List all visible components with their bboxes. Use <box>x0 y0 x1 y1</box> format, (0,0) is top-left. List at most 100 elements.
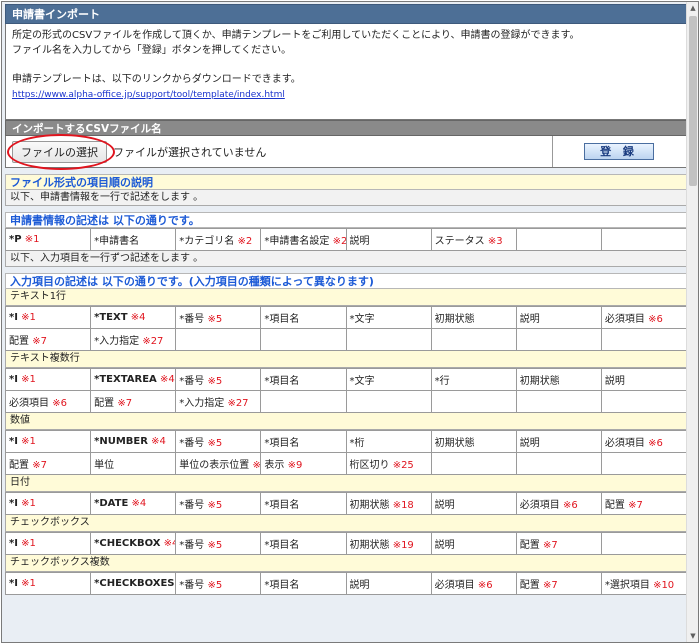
field-cell: *行 <box>430 368 517 391</box>
field-label: 必須項目 <box>604 314 645 325</box>
field-cell: *P ※1 <box>5 228 92 251</box>
register-button[interactable]: 登 録 <box>584 143 654 160</box>
field-cell: 初期状態 <box>430 306 517 329</box>
description-panel: 所定の形式のCSVファイルを作成して頂くか、申請テンプレートをご利用していただく… <box>5 24 687 120</box>
field-cell: *項目名 <box>260 368 347 391</box>
description-line-3: 申請テンプレートは、以下のリンクからダウンロードできます。 <box>12 74 301 85</box>
field-cell <box>175 328 262 351</box>
table-row: *I ※1*CHECKBOX ※4*番号 ※5*項目名初期状態 ※19説明配置 … <box>5 532 687 555</box>
field-cell: *I ※1 <box>5 532 92 555</box>
table-row: *I ※1 *TEXT ※4 *番号 ※5 *項目名 *文字 初期状態 説明 必須項目 ※6 <box>5 306 687 329</box>
field-cell <box>600 532 687 555</box>
csv-file-row: ファイルの選択 ファイルが選択されていません 登 録 <box>5 134 687 170</box>
field-label: 桁区切り <box>349 460 390 471</box>
app-info-note: 以下、入力項目を一行ずつ記述をします 。 <box>5 251 687 267</box>
field-cell: *TEXTAREA ※4 <box>90 368 177 391</box>
field-cell <box>600 328 687 351</box>
field-cell: 必須項目 ※6 <box>600 306 687 329</box>
field-cell: *申請書名 <box>90 228 177 251</box>
field-label: *DATE <box>94 498 129 509</box>
field-note: ※10 <box>653 580 675 591</box>
field-label: *入力指定 <box>94 336 140 347</box>
field-label: *CHECKBOXES <box>94 578 175 589</box>
field-cell <box>430 390 517 413</box>
field-label: 説明 <box>519 314 540 325</box>
csv-section-header: インポートするCSVファイル名 <box>5 120 687 136</box>
field-label: 初期状態 <box>434 314 475 325</box>
field-note: ※4 <box>159 374 175 385</box>
field-label: 説明 <box>349 236 370 247</box>
field-label: 配置 <box>94 398 115 409</box>
field-cell: *番号 ※5 <box>175 492 262 515</box>
field-cell: 必須項目 ※6 <box>515 492 602 515</box>
field-label: *入力指定 <box>179 398 225 409</box>
field-label: *項目名 <box>264 500 300 511</box>
field-cell: 配置 ※7 <box>90 390 177 413</box>
field-label: *P <box>9 234 22 245</box>
field-cell: *カテゴリ名 ※2 <box>175 228 262 251</box>
field-cell: *I ※1 <box>5 492 92 515</box>
field-cell: 桁区切り ※25 <box>345 452 432 475</box>
choose-file-button[interactable]: ファイルの選択 <box>12 140 107 163</box>
field-cell: 配置 ※7 <box>5 328 92 351</box>
field-cell: 初期状態 <box>515 368 602 391</box>
field-cell: *項目名 <box>260 572 347 595</box>
field-label: ステータス <box>434 236 485 247</box>
field-cell: *TEXT ※4 <box>90 306 177 329</box>
field-label: *番号 <box>179 438 205 449</box>
field-note: ※27 <box>142 336 164 347</box>
scroll-down-icon[interactable]: ▼ <box>687 630 698 642</box>
field-label: *申請書名 <box>94 236 140 247</box>
scrollbar-thumb[interactable] <box>689 16 697 186</box>
vertical-scrollbar[interactable]: ▲ ▼ <box>686 2 698 642</box>
field-cell: *入力指定 ※27 <box>90 328 177 351</box>
field-label: *行 <box>434 376 450 387</box>
field-note: ※5 <box>207 376 223 387</box>
page-title: 申請書インポート <box>5 4 687 24</box>
format-section-title: ファイル形式の項目順の説明 <box>5 174 687 190</box>
field-note: ※4 <box>163 538 175 549</box>
field-label: *桁 <box>349 438 365 449</box>
table-row: *I ※1 *NUMBER ※4 *番号 ※5 *項目名 *桁 初期状態 説明 必須項目 ※6 <box>5 430 687 453</box>
field-cell <box>515 228 602 251</box>
input-type-header: チェックボックス複数 <box>5 555 687 572</box>
field-label: 説明 <box>434 540 455 551</box>
table-row: *I ※1*CHECKBOXES ※4*番号 ※5*項目名説明必須項目 ※6配置… <box>5 572 687 595</box>
input-types-list: テキスト1行 *I ※1 *TEXT ※4 *番号 ※5 *項目名 *文字 初期状態 説明 必須… <box>5 289 687 595</box>
field-cell <box>515 328 602 351</box>
field-cell: *項目名 <box>260 430 347 453</box>
field-cell: 説明 <box>430 532 517 555</box>
field-cell <box>430 328 517 351</box>
field-label: 説明 <box>519 438 540 449</box>
field-note: ※5 <box>207 438 223 449</box>
field-cell: *番号 ※5 <box>175 430 262 453</box>
field-note: ※9 <box>287 460 303 471</box>
field-label: *CHECKBOX <box>94 538 161 549</box>
field-label: 必須項目 <box>604 438 645 449</box>
field-cell: 必須項目 ※6 <box>600 430 687 453</box>
field-label: *項目名 <box>264 438 300 449</box>
field-note: ※1 <box>24 234 40 245</box>
field-note: ※7 <box>32 336 47 347</box>
field-label: *項目名 <box>264 376 300 387</box>
field-cell <box>515 390 602 413</box>
field-cell: *CHECKBOX ※4 <box>90 532 177 555</box>
scroll-up-icon[interactable]: ▲ <box>687 2 698 14</box>
field-note: ※7 <box>117 398 133 409</box>
field-note: ※1 <box>21 312 36 323</box>
field-note: ※5 <box>207 580 223 591</box>
field-cell: 説明 <box>345 572 432 595</box>
field-label: 配置 <box>604 500 625 511</box>
field-label: 説明 <box>434 500 455 511</box>
description-line-2: ファイル名を入力してから「登録」ボタンを押してください。 <box>12 45 292 56</box>
description-line-1: 所定の形式のCSVファイルを作成して頂くか、申請テンプレートをご利用していただく… <box>12 30 580 41</box>
template-download-link[interactable]: https://www.alpha-office.jp/support/tool… <box>12 90 285 100</box>
input-type-header: テキスト1行 <box>5 289 687 306</box>
field-note: ※6 <box>648 314 663 325</box>
field-label: 配置 <box>9 460 29 471</box>
field-cell <box>600 390 687 413</box>
field-note: ※6 <box>52 398 67 409</box>
field-label: *申請書名設定 <box>264 236 330 247</box>
field-label: 必須項目 <box>519 500 560 511</box>
field-note: ※4 <box>131 498 147 509</box>
